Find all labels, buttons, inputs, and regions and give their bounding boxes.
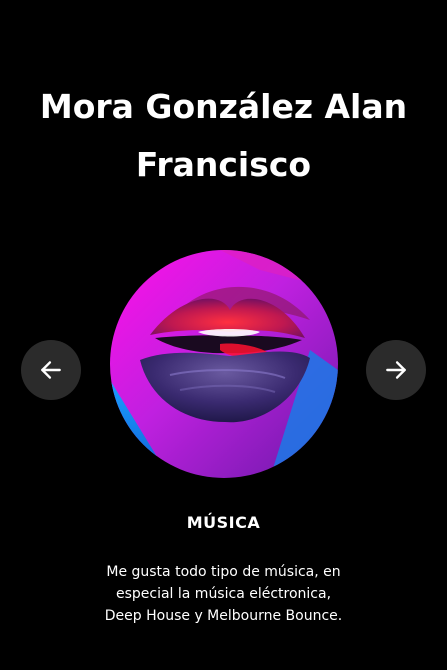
item-description: Me gusta todo tipo de música, en especia… [60, 561, 387, 627]
carousel-image [110, 250, 338, 478]
arrow-left-icon [41, 361, 61, 379]
description-line: Me gusta todo tipo de música, en [106, 564, 341, 580]
item-title: MÚSICA [186, 513, 261, 532]
next-button[interactable] [366, 340, 426, 400]
page-title: Mora González Alan Francisco [0, 78, 447, 194]
neon-lips-photo [110, 250, 338, 478]
description-line: Deep House y Melbourne Bounce. [104, 608, 343, 624]
arrow-right-icon [386, 361, 406, 379]
description-line: especial la música eléctronica, [115, 586, 332, 602]
previous-button[interactable] [21, 340, 81, 400]
title-line-2: Francisco [135, 145, 312, 184]
title-line-1: Mora González Alan [39, 87, 408, 126]
carousel [0, 250, 447, 478]
